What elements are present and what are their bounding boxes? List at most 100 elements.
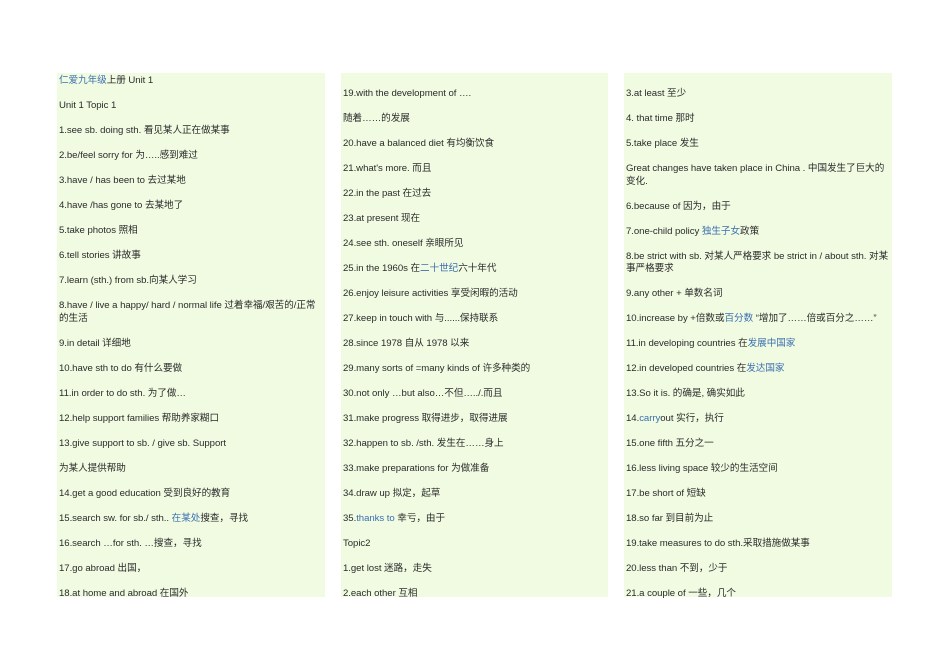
entry-text: 21.what's more. 而且 — [343, 163, 432, 174]
vocab-entry: 27.keep in touch with 与......保持联系 — [343, 313, 606, 326]
vocab-entry: 29.many sorts of =many kinds of 许多种类的 — [343, 363, 606, 376]
vocab-entry: 7.one-child policy 独生子女政策 — [626, 226, 890, 239]
entry-text: 幸亏，由于 — [394, 513, 446, 524]
entry-text: 随着……的发展 — [343, 113, 410, 124]
entry-text: 14. — [626, 413, 640, 424]
vocab-entry: 6.because of 因为，由于 — [626, 201, 890, 214]
entry-text: 19.take measures to do sth.采取措施做某事 — [626, 538, 810, 549]
entry-text: 2.be/feel sorry for 为…..感到难过 — [59, 150, 198, 161]
vocab-entry: 8.be strict with sb. 对某人严格要求 be strict i… — [626, 251, 890, 276]
entry-text: 6.tell stories 讲故事 — [59, 250, 141, 261]
entry-text: 为某人提供帮助 — [59, 462, 126, 474]
entry-text: 9.in detail 详细地 — [59, 337, 131, 349]
highlighted-text: 独生子女 — [701, 225, 741, 237]
entry-text: 24.see sth. oneself 亲眼所见 — [343, 238, 464, 249]
vocab-entry: 16.less living space 较少的生活空间 — [626, 463, 890, 476]
vocab-entry: 21.a couple of 一些，几个 — [626, 588, 890, 601]
entry-text: 18.so far 到目前为止 — [626, 513, 714, 524]
vocab-entry: 17.be short of 短缺 — [626, 488, 890, 501]
vocab-entry: 10.have sth to do 有什么要做 — [59, 363, 323, 376]
entry-text: 33.make preparations for 为做准备 — [343, 463, 490, 474]
vocab-entry: 9.in detail 详细地 — [59, 338, 323, 351]
entry-text: 32.happen to sb. /sth. 发生在……身上 — [343, 438, 504, 449]
vocab-entry: 18.at home and abroad 在国外 — [59, 588, 323, 601]
vocab-entry: 20.less than 不到，少于 — [626, 563, 890, 576]
vocab-entry: 22.in the past 在过去 — [343, 188, 606, 201]
entry-text: 25.in the 1960s 在 — [343, 263, 421, 274]
highlighted-text: 百分数 — [724, 313, 754, 324]
highlighted-text: 二十世纪 — [420, 263, 459, 274]
vocab-entry: 7.learn (sth.) from sb.向某人学习 — [59, 275, 323, 288]
entry-text: 7.one-child policy — [626, 225, 702, 237]
page-column-1: 仁爱九年级上册 Unit 1 Unit 1 Topic 1 1.see sb. do… — [57, 73, 325, 599]
vocab-entry: 9.any other + 单数名词 — [626, 288, 890, 301]
entry-text: 30.not only …but also…不但…../.而且 — [343, 388, 503, 399]
vocab-entry: 3.have / has been to 去过某地 — [59, 175, 323, 188]
vocab-entry: 17.go abroad 出国， — [59, 563, 323, 576]
highlighted-text: 仁爱九年级 — [59, 75, 107, 86]
entry-text: 13.So it is. 的确是, 确实如此 — [626, 388, 745, 399]
vocab-entry: 5.take photos 照相 — [59, 225, 323, 238]
vocab-entry: 26.enjoy leisure activities 享受闲暇的活动 — [343, 288, 606, 301]
vocab-entry: 34.draw up 拟定，起草 — [343, 488, 606, 501]
highlighted-text: 在某处 — [171, 512, 201, 524]
entry-text: 搜查，寻找 — [200, 512, 249, 524]
vocab-entry: 1.get lost 迷路，走失 — [343, 563, 606, 576]
vocab-entry: Unit 1 Topic 1 — [59, 100, 323, 113]
vocab-entry: 14.carryout 实行，执行 — [626, 413, 890, 426]
vocab-entry: 4.have /has gone to 去某地了 — [59, 200, 323, 213]
vocab-entry: Great changes have taken place in China … — [626, 163, 890, 188]
vocab-entry: 11.in order to do sth. 为了做… — [59, 388, 323, 401]
vocab-entry: 16.search …for sth. …搜查，寻找 — [59, 538, 323, 551]
entry-text: 上册 Unit 1 — [106, 75, 154, 86]
entry-text: 22.in the past 在过去 — [343, 188, 432, 199]
vocab-entry: Topic2 — [343, 538, 606, 551]
page-column-2: 19.with the development of …. 随着……的发展 20.h… — [341, 73, 608, 599]
entry-text: 2.each other 互相 — [343, 588, 418, 599]
entry-text: 14.get a good education 受到良好的教育 — [59, 487, 231, 499]
entry-text: 13.give support to sb. / give sb. Suppor… — [59, 437, 227, 449]
vocab-entry: 12.in developed countries 在发达国家 — [626, 363, 890, 376]
entry-text: 35. — [343, 513, 357, 524]
vocab-entry: 2.each other 互相 — [343, 588, 606, 601]
vocab-entry: 18.so far 到目前为止 — [626, 513, 890, 526]
entry-text: 23.at present 现在 — [343, 213, 421, 224]
entry-text: 19.with the development of …. — [343, 88, 472, 99]
entry-text: Unit 1 Topic 1 — [59, 100, 117, 111]
entry-text: 15.search sw. for sb./ sth.. — [59, 512, 172, 524]
vocab-entry: 13.give support to sb. / give sb. Suppor… — [59, 438, 323, 451]
entry-text: Topic2 — [343, 538, 371, 549]
entry-text: 21.a couple of 一些，几个 — [626, 588, 736, 599]
entry-text: 17.be short of 短缺 — [626, 488, 706, 499]
vocab-entry: 19.take measures to do sth.采取措施做某事 — [626, 538, 890, 551]
vocab-entry: 24.see sth. oneself 亲眼所见 — [343, 238, 606, 251]
entry-text: 10.increase by +倍数或 — [626, 313, 725, 324]
vocab-entry: 5.take place 发生 — [626, 138, 890, 151]
entry-text: 15.one fifth 五分之一 — [626, 438, 714, 449]
entry-text: 29.many sorts of =many kinds of 许多种类的 — [343, 363, 531, 374]
highlighted-text: carry — [639, 413, 661, 424]
entry-text: 34.draw up 拟定，起草 — [343, 488, 441, 499]
vocab-entry: 3.at least 至少 — [626, 88, 890, 101]
entry-text: 12.in developed countries 在 — [626, 363, 747, 374]
entry-text: “增加了……倍或百分之……” — [753, 313, 877, 324]
vocab-entry: 12.help support families 帮助养家糊口 — [59, 413, 323, 426]
vocab-entry: 1.see sb. doing sth. 看见某人正在做某事 — [59, 125, 323, 138]
entry-text: Great changes have taken place in China … — [626, 163, 885, 187]
vocab-entry: 32.happen to sb. /sth. 发生在……身上 — [343, 438, 606, 451]
entry-text: 5.take place 发生 — [626, 138, 699, 149]
entry-text: 7.learn (sth.) from sb.向某人学习 — [59, 275, 197, 286]
entry-text: 9.any other + 单数名词 — [626, 288, 723, 299]
entry-text: 12.help support families 帮助养家糊口 — [59, 412, 220, 424]
entry-text: 26.enjoy leisure activities 享受闲暇的活动 — [343, 288, 518, 299]
entry-text: 4. that time 那时 — [626, 113, 695, 124]
entry-text: 11.in order to do sth. 为了做… — [59, 387, 186, 399]
entry-text: 17.go abroad 出国， — [59, 562, 147, 574]
vocab-entry: 11.in developing countries 在发展中国家 — [626, 338, 890, 351]
entry-text: 27.keep in touch with 与......保持联系 — [343, 313, 499, 324]
entry-text: 4.have /has gone to 去某地了 — [59, 200, 184, 211]
entry-text: 5.take photos 照相 — [59, 225, 138, 236]
vocab-entry: 25.in the 1960s 在二十世纪六十年代 — [343, 263, 606, 276]
entry-text: 六十年代 — [458, 263, 497, 274]
vocab-entry: 13.So it is. 的确是, 确实如此 — [626, 388, 890, 401]
